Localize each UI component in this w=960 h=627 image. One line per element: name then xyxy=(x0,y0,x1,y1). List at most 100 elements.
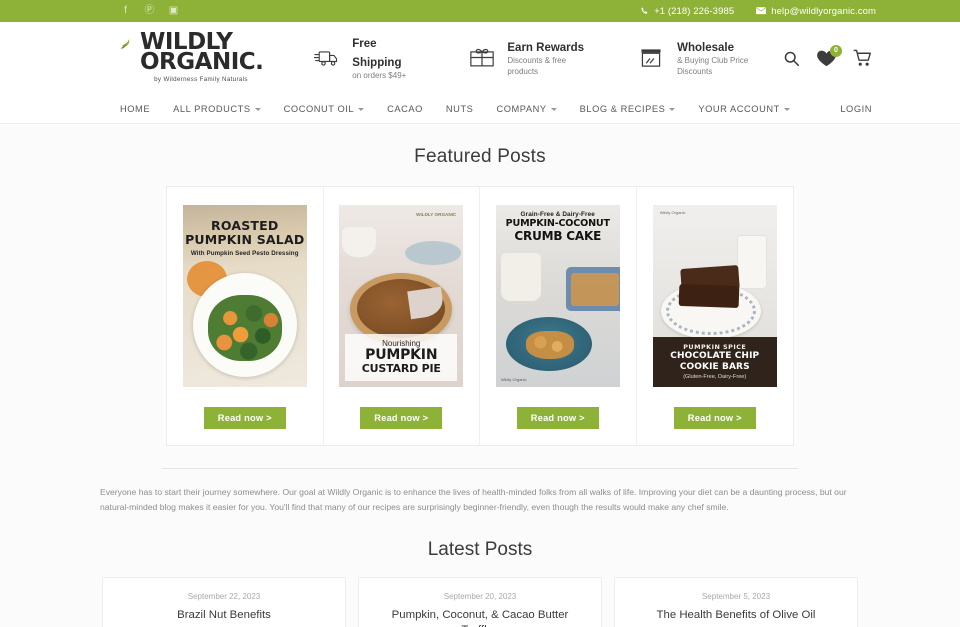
milk-glass-decor xyxy=(736,235,767,289)
phone-icon xyxy=(641,7,648,14)
email-link[interactable]: help@wildlyorganic.com xyxy=(756,6,876,17)
promo-title: Wholesale xyxy=(677,41,734,54)
login-link[interactable]: LOGIN xyxy=(840,104,872,114)
read-now-button[interactable]: Read now > xyxy=(673,407,756,429)
cart-icon[interactable] xyxy=(853,49,872,67)
thumb-title-line-3: CUSTARD PIE xyxy=(361,362,441,375)
nav-item-coconut-oil[interactable]: COCONUT OIL xyxy=(284,104,365,114)
instagram-icon[interactable]: ▣ xyxy=(168,6,179,17)
search-icon[interactable] xyxy=(783,50,800,67)
thumb-caption: ROASTED PUMPKIN SALAD With Pumpkin Seed … xyxy=(183,218,307,257)
wishlist-count-badge: 0 xyxy=(830,44,842,57)
promo-wholesale[interactable]: Wholesale & Buying Club Price Discounts xyxy=(637,38,783,78)
nav-item-home[interactable]: HOME xyxy=(120,104,150,114)
thumb-title-line-3: CRUMB CAKE xyxy=(514,228,602,243)
promo-text-wholesale: Wholesale & Buying Club Price Discounts xyxy=(677,38,783,78)
thumb-caption: Nourishing PUMPKIN CUSTARD PIE xyxy=(345,334,458,381)
page-body: Featured Posts ROASTED PUMPKIN SALAD Wit… xyxy=(0,124,960,627)
thumb-caption: PUMPKIN SPICE CHOCOLATE CHIP COOKIE BARS… xyxy=(652,337,777,387)
nav-item-cacao[interactable]: CACAO xyxy=(387,104,423,114)
post-title[interactable]: The Health Benefits of Olive Oil xyxy=(657,608,816,623)
thumb-title-line-2: PUMPKIN-COCONUT xyxy=(505,218,610,229)
latest-post-card[interactable]: September 20, 2023 Pumpkin, Coconut, & C… xyxy=(358,577,602,627)
nav-items: HOME ALL PRODUCTS COCONUT OIL CACAO NUTS… xyxy=(120,104,840,114)
store-icon xyxy=(637,45,666,71)
featured-posts-title: Featured Posts xyxy=(414,146,546,167)
featured-card-action: Read now > xyxy=(516,407,599,429)
featured-card-action: Read now > xyxy=(673,407,756,429)
nav-label: BLOG & RECIPES xyxy=(579,103,666,114)
main-navigation: HOME ALL PRODUCTS COCONUT OIL CACAO NUTS… xyxy=(0,94,960,124)
nav-item-your-account[interactable]: YOUR ACCOUNT xyxy=(698,104,790,114)
topbar-contact: +1 (218) 226-3985 help@wildlyorganic.com xyxy=(640,6,876,17)
nav-item-nuts[interactable]: NUTS xyxy=(446,104,474,114)
featured-posts-grid: ROASTED PUMPKIN SALAD With Pumpkin Seed … xyxy=(166,186,794,446)
chevron-down-icon xyxy=(783,107,790,111)
featured-card-action: Read now > xyxy=(203,407,286,429)
nav-item-all-products[interactable]: ALL PRODUCTS xyxy=(173,104,261,114)
nav-label: NUTS xyxy=(445,103,474,114)
pitcher-decor xyxy=(500,253,541,301)
featured-card[interactable]: ROASTED PUMPKIN SALAD With Pumpkin Seed … xyxy=(167,187,324,445)
thumb-title-line-2: PUMPKIN xyxy=(365,347,438,363)
logo-subtitle: by Wilderness Family Naturals xyxy=(154,76,248,84)
thumb-subtitle: (Gluten-Free, Dairy-Free) xyxy=(683,374,747,380)
featured-card[interactable]: WILDLY ORGANIC Nourishing PUMPKIN CUSTAR… xyxy=(324,187,480,445)
featured-card-action: Read now > xyxy=(360,407,443,429)
post-date: September 20, 2023 xyxy=(443,592,517,602)
dish-contents-decor xyxy=(570,273,619,306)
latest-posts-title: Latest Posts xyxy=(427,539,533,561)
thumb-title-line-1: ROASTED xyxy=(211,218,279,233)
facebook-icon[interactable]: f xyxy=(120,6,131,17)
thumb-title-line-2: PUMPKIN SALAD xyxy=(185,232,305,248)
featured-card[interactable]: Grain-Free & Dairy-Free PUMPKIN-COCONUT … xyxy=(480,187,637,445)
featured-thumbnail-pumpkin-custard-pie[interactable]: WILDLY ORGANIC Nourishing PUMPKIN CUSTAR… xyxy=(339,205,464,387)
thumb-title-line-1: Grain-Free & Dairy-Free xyxy=(520,211,595,218)
latest-post-card[interactable]: September 5, 2023 The Health Benefits of… xyxy=(614,577,858,627)
nav-item-blog-recipes[interactable]: BLOG & RECIPES xyxy=(580,104,676,114)
latest-posts-grid: September 22, 2023 Brazil Nut Benefits S… xyxy=(102,577,858,627)
promo-subtitle: on orders $49+ xyxy=(352,71,407,81)
featured-thumbnail-roasted-pumpkin-salad[interactable]: ROASTED PUMPKIN SALAD With Pumpkin Seed … xyxy=(182,205,307,387)
phone-link[interactable]: +1 (218) 226-3985 xyxy=(640,6,734,17)
promo-free-shipping[interactable]: Free Shipping on orders $49+ xyxy=(312,34,427,82)
featured-thumbnail-pumpkin-spice-cookie-bars[interactable]: Wildly Organic PUMPKIN SPICE CHOCOLATE C… xyxy=(652,205,777,387)
logo-line-2: ORGANIC. xyxy=(140,48,264,75)
nav-label: ALL PRODUCTS xyxy=(173,103,251,114)
featured-thumbnail-pumpkin-coconut-crumb-cake[interactable]: Grain-Free & Dairy-Free PUMPKIN-COCONUT … xyxy=(495,205,620,387)
gift-icon xyxy=(467,45,496,71)
plate-decor xyxy=(405,241,462,265)
promo-title: Free Shipping xyxy=(352,38,402,69)
pinterest-icon[interactable]: Ⓟ xyxy=(144,6,155,17)
post-title[interactable]: Pumpkin, Coconut, & Cacao Butter Truffle… xyxy=(373,608,587,627)
phone-number: +1 (218) 226-3985 xyxy=(654,5,735,17)
brand-watermark: Wildly Organic xyxy=(500,377,527,383)
promo-title: Earn Rewards xyxy=(507,41,585,54)
baking-dish-decor xyxy=(565,267,620,311)
post-title[interactable]: Brazil Nut Benefits xyxy=(177,608,271,623)
nav-label: YOUR ACCOUNT xyxy=(698,103,780,114)
salad-decor xyxy=(207,295,282,361)
thumb-title-line-2: CHOCOLATE CHIP xyxy=(670,351,760,362)
thumb-title-line-1: PUMPKIN SPICE xyxy=(683,343,747,352)
site-logo[interactable]: WILDLY ORGANIC. by Wilderness Family Nat… xyxy=(120,30,270,84)
site-header: WILDLY ORGANIC. by Wilderness Family Nat… xyxy=(0,22,960,94)
promo-subtitle: Discounts & free products xyxy=(507,56,567,77)
cookie-bar-decor xyxy=(678,283,740,309)
featured-card[interactable]: Wildly Organic PUMPKIN SPICE CHOCOLATE C… xyxy=(637,187,794,445)
chevron-down-icon xyxy=(358,107,365,111)
envelope-icon xyxy=(756,7,767,15)
top-utility-bar: f Ⓟ ▣ +1 (218) 226-3985 help@wildlyorgan… xyxy=(0,0,960,22)
crumb-cake-decor xyxy=(525,331,574,359)
wishlist-heart-icon[interactable]: 0 xyxy=(817,44,842,67)
email-address: help@wildlyorganic.com xyxy=(771,5,876,17)
read-now-button[interactable]: Read now > xyxy=(360,407,443,429)
post-date: September 5, 2023 xyxy=(701,592,771,602)
cup-decor xyxy=(342,227,377,257)
read-now-button[interactable]: Read now > xyxy=(516,407,599,429)
promo-earn-rewards[interactable]: Earn Rewards Discounts & free products xyxy=(467,38,597,78)
latest-post-card[interactable]: September 22, 2023 Brazil Nut Benefits xyxy=(102,577,346,627)
nav-item-company[interactable]: COMPANY xyxy=(496,104,557,114)
read-now-button[interactable]: Read now > xyxy=(203,407,286,429)
promo-subtitle: & Buying Club Price Discounts xyxy=(677,56,749,77)
